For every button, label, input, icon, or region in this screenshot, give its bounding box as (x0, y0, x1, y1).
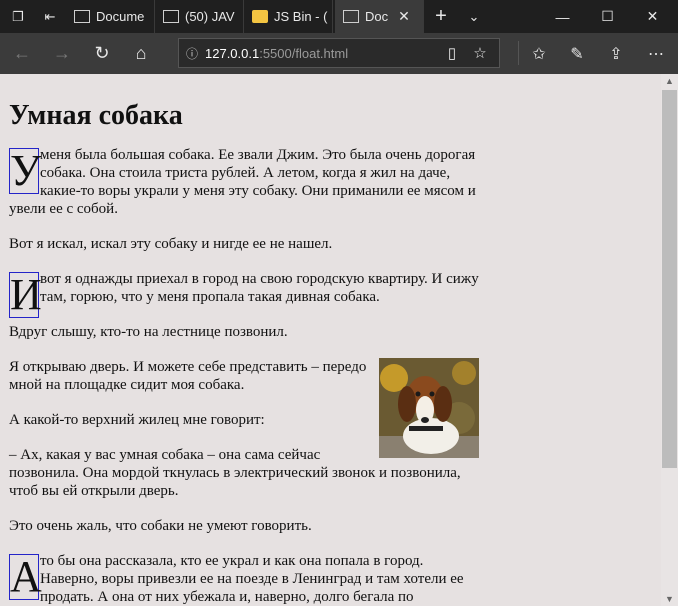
tab-3[interactable]: JS Bin - ( (244, 0, 333, 33)
toolbar: ← → ↻ ⌂ ⓘ 127.0.0.1:5500/float.html ▯ ☆ … (0, 33, 678, 74)
tab-groups-icon[interactable]: ❐ (2, 0, 34, 33)
article: Умная собака Уменя была большая собака. … (9, 74, 483, 606)
scroll-up-icon[interactable]: ▲ (661, 74, 678, 88)
site-info-icon[interactable]: ⓘ (179, 45, 205, 62)
page-icon (343, 10, 359, 23)
paragraph: Вдруг слышу, кто-то на лестнице позвонил… (9, 324, 288, 340)
page-title: Умная собака (9, 100, 183, 131)
address-bar[interactable]: ⓘ 127.0.0.1:5500/float.html ▯ ☆ (178, 38, 500, 68)
paragraph: Вот я искал, искал эту собаку и нигде ее… (9, 236, 333, 252)
drop-cap: А (9, 552, 42, 601)
jsbin-icon (252, 10, 268, 23)
web-notes-icon[interactable]: ✎ (557, 33, 597, 74)
drop-cap: И (9, 270, 42, 319)
close-window-icon[interactable]: ✕ (630, 0, 675, 33)
refresh-icon[interactable]: ↻ (82, 33, 122, 74)
tab-title: JS Bin - ( (274, 9, 328, 24)
back-icon[interactable]: ← (2, 33, 42, 74)
page-icon (74, 10, 90, 23)
page-icon (163, 10, 179, 23)
paragraph: Это очень жаль, что собаки не умеют гово… (9, 518, 312, 534)
home-icon[interactable]: ⌂ (121, 33, 161, 74)
scroll-down-icon[interactable]: ▼ (661, 592, 678, 606)
url-text: 127.0.0.1:5500/float.html (205, 45, 349, 61)
scrollbar-thumb[interactable] (662, 90, 677, 468)
dog-image (379, 358, 479, 458)
vertical-scrollbar[interactable]: ▲ ▼ (661, 74, 678, 606)
maximize-icon[interactable]: ☐ (585, 0, 630, 33)
more-options-icon[interactable]: ⋯ (636, 33, 676, 74)
minimize-icon[interactable]: — (540, 0, 585, 33)
new-tab-icon[interactable]: + (425, 0, 457, 33)
favorite-star-icon[interactable]: ☆ (467, 39, 493, 67)
tab-active[interactable]: Doc ✕ (335, 0, 424, 33)
drop-cap: У (9, 146, 42, 195)
tab-title: (50) JAV (185, 9, 235, 24)
tab-2[interactable]: (50) JAV (155, 0, 244, 33)
paragraph: Ивот я однажды приехал в город на свою г… (9, 270, 479, 319)
tab-title: Docume (96, 9, 145, 24)
close-tab-icon[interactable]: ✕ (398, 8, 410, 25)
share-icon[interactable]: ⇪ (596, 33, 636, 74)
paragraph: Ато бы она рассказала, кто ее украл и ка… (9, 552, 464, 605)
set-aside-tabs-icon[interactable]: ⇤ (34, 0, 66, 33)
tab-preview-chevron-icon[interactable]: ⌄ (458, 0, 490, 33)
favorites-hub-icon[interactable]: ✩ (519, 33, 559, 74)
reading-view-icon[interactable]: ▯ (439, 39, 465, 67)
page-viewport[interactable]: Умная собака Уменя была большая собака. … (0, 74, 678, 606)
paragraph: Уменя была большая собака. Ее звали Джим… (9, 146, 476, 217)
tab-bar: ❐ ⇤ Docume (50) JAV JS Bin - ( Doc ✕ + ⌄… (0, 0, 678, 33)
forward-icon[interactable]: → (42, 33, 82, 74)
tab-title: Doc (365, 9, 389, 24)
tab-1[interactable]: Docume (66, 0, 155, 33)
